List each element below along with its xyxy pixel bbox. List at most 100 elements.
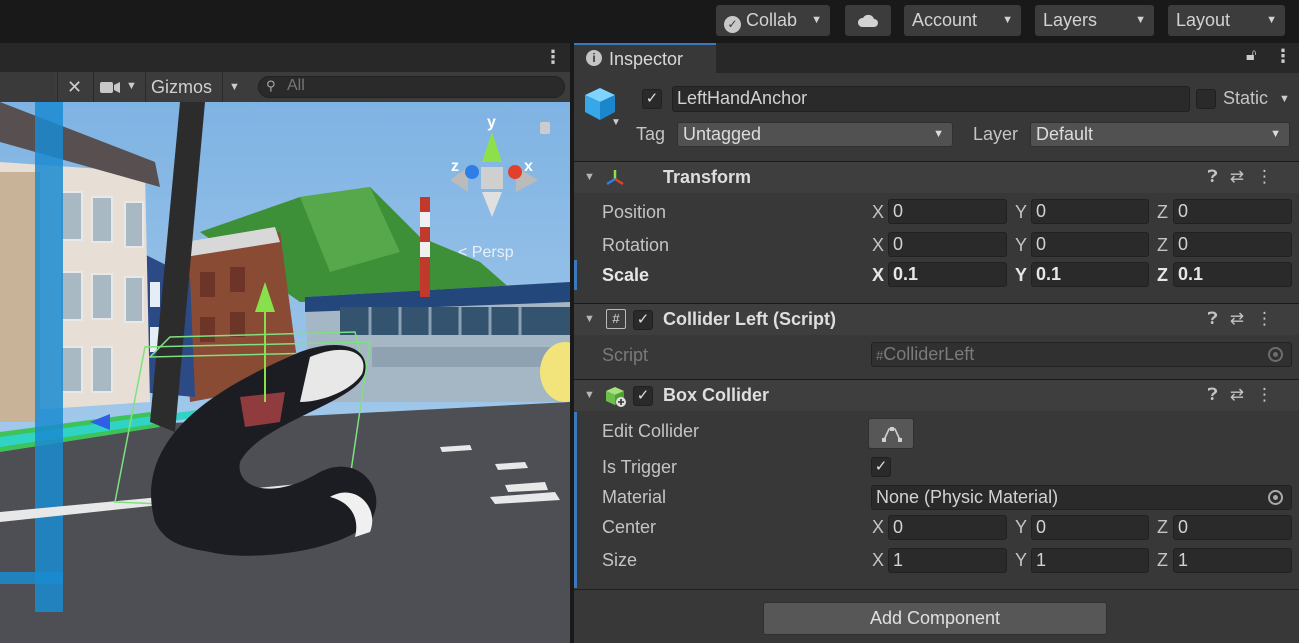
scale-label: Scale [602, 265, 650, 285]
script-value: ColliderLeft [883, 344, 975, 364]
chevron-down-icon: ▼ [933, 128, 944, 140]
layers-label: Layers [1043, 10, 1098, 30]
layers-dropdown[interactable]: Layers ▼ [1035, 5, 1154, 36]
script-icon: # [606, 309, 626, 329]
component-header-icons: ❓︎⇄⋮ [1208, 385, 1285, 405]
tab-inspector[interactable]: i Inspector [574, 43, 716, 73]
layer-dropdown[interactable]: Default ▼ [1030, 122, 1290, 147]
foldout-arrow-icon[interactable]: ▼ [584, 389, 595, 401]
size-z-field[interactable]: 1 [1173, 548, 1292, 573]
material-field[interactable]: None (Physic Material) [871, 485, 1292, 510]
chevron-down-icon[interactable]: ▼ [1279, 93, 1290, 105]
axis-z-label: Z [1157, 265, 1168, 285]
scale-z-field[interactable]: 0.1 [1173, 262, 1292, 287]
foldout-arrow-icon[interactable]: ▼ [584, 171, 595, 183]
modified-indicator [574, 412, 577, 588]
tab-inspector-label: Inspector [609, 49, 684, 69]
axis-y-label: Y [1015, 265, 1028, 285]
presets-icon[interactable]: ⇄ [1230, 167, 1256, 186]
collab-button[interactable]: ✓ Collab ▼ [716, 5, 830, 36]
edit-collider-label: Edit Collider [602, 421, 700, 441]
size-x-field[interactable]: 1 [888, 548, 1007, 573]
transform-header[interactable]: ▼ Transform ❓︎⇄⋮ [574, 161, 1299, 193]
is-trigger-label: Is Trigger [602, 457, 678, 477]
tag-dropdown[interactable]: Untagged ▼ [677, 122, 953, 147]
divider [222, 72, 223, 102]
help-icon[interactable]: ❓︎ [1208, 385, 1230, 404]
axis-x-label: X [872, 265, 885, 285]
add-component-button[interactable]: Add Component [763, 602, 1107, 635]
component-header-icons: ❓︎⇄⋮ [1208, 309, 1285, 329]
rotation-y-field[interactable]: 0 [1031, 232, 1149, 257]
foldout-arrow-icon[interactable]: ▼ [584, 313, 595, 325]
cloud-button[interactable] [845, 5, 891, 36]
position-y-field[interactable]: 0 [1031, 199, 1149, 224]
position-z-field[interactable]: 0 [1173, 199, 1292, 224]
script-field: #ColliderLeft [871, 342, 1292, 367]
active-checkbox[interactable]: ✓ [642, 89, 662, 109]
scale-x-field[interactable]: 0.1 [888, 262, 1007, 287]
scene-search-input[interactable]: ⚲ All [258, 76, 565, 98]
layout-label: Layout [1176, 10, 1231, 30]
static-checkbox[interactable] [1196, 89, 1216, 109]
center-z-field[interactable]: 0 [1173, 515, 1292, 540]
help-icon[interactable]: ❓︎ [1208, 309, 1230, 328]
edit-bounds-icon [882, 427, 902, 442]
chevron-down-icon: ▼ [1266, 14, 1277, 26]
chevron-down-icon: ▼ [811, 14, 822, 26]
persp-label[interactable]: < Persp [458, 244, 514, 262]
chevron-down-icon: ▼ [229, 81, 240, 93]
is-trigger-checkbox[interactable]: ✓ [871, 457, 891, 477]
tag-value: Untagged [683, 124, 762, 144]
presets-icon[interactable]: ⇄ [1230, 309, 1256, 328]
rotation-x-field[interactable]: 0 [888, 232, 1007, 257]
more-options-icon[interactable]: ⋮ [1256, 309, 1285, 328]
layer-value: Default [1036, 124, 1094, 144]
tools-icon[interactable]: ✕ [57, 72, 91, 102]
camera-icon [100, 82, 120, 93]
more-options-icon[interactable]: ⋮ [1274, 46, 1292, 67]
modified-indicator [574, 260, 577, 290]
axis-z-label: Z [1157, 235, 1168, 255]
tag-label: Tag [636, 124, 666, 144]
center-label: Center [602, 517, 657, 537]
center-x-field[interactable]: 0 [888, 515, 1007, 540]
rotation-label: Rotation [602, 235, 670, 255]
scene-viewport[interactable]: y z x < Persp [0, 102, 570, 643]
lock-icon[interactable]: 🔓︎ [1246, 47, 1256, 65]
search-icon: ⚲ [266, 78, 276, 93]
help-icon[interactable]: ❓︎ [1208, 167, 1230, 186]
gizmo-axis-z: z [451, 158, 459, 175]
collider-left-header[interactable]: ▼ # ✓ Collider Left (Script) ❓︎⇄⋮ [574, 303, 1299, 335]
object-name-field[interactable]: LeftHandAnchor [672, 86, 1190, 112]
axis-y-label: Y [1015, 517, 1028, 537]
transform-title: Transform [663, 167, 752, 187]
layout-dropdown[interactable]: Layout ▼ [1168, 5, 1285, 36]
more-options-icon[interactable]: ⋮ [1256, 385, 1285, 404]
position-x-field[interactable]: 0 [888, 199, 1007, 224]
box-collider-enabled-checkbox[interactable]: ✓ [633, 386, 653, 406]
collider-left-enabled-checkbox[interactable]: ✓ [633, 310, 653, 330]
size-y-field[interactable]: 1 [1031, 548, 1149, 573]
center-y-field[interactable]: 0 [1031, 515, 1149, 540]
chevron-down-icon: ▼ [1135, 14, 1146, 26]
presets-icon[interactable]: ⇄ [1230, 385, 1256, 404]
material-label: Material [602, 487, 667, 507]
scale-y-field[interactable]: 0.1 [1031, 262, 1149, 287]
size-label: Size [602, 550, 638, 570]
more-options-icon[interactable]: ⋮ [544, 47, 562, 68]
box-collider-title: Box Collider [663, 385, 770, 405]
rotation-z-field[interactable]: 0 [1173, 232, 1292, 257]
more-options-icon[interactable]: ⋮ [1256, 167, 1285, 186]
gizmos-dropdown[interactable]: Gizmos ▼ [145, 72, 245, 102]
box-collider-header[interactable]: ▼ ✓ Box Collider ❓︎⇄⋮ [574, 379, 1299, 411]
account-dropdown[interactable]: Account ▼ [904, 5, 1021, 36]
scene-tabbar: ⋮ [0, 43, 570, 72]
chevron-down-icon[interactable]: ▼ [611, 117, 621, 128]
object-picker-icon[interactable] [1268, 490, 1283, 505]
camera-dropdown[interactable]: ▼ [93, 72, 143, 102]
scene-toolbar: ✕ ▼ Gizmos ▼ ⚲ All [0, 72, 570, 102]
axis-x-label: X [872, 517, 885, 537]
chevron-down-icon: ▼ [126, 80, 137, 92]
edit-collider-button[interactable] [868, 418, 914, 449]
